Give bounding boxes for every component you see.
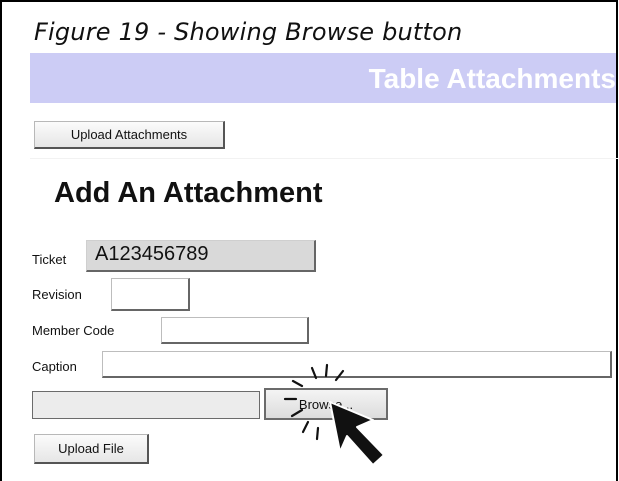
revision-label: Revision	[32, 287, 82, 302]
figure-caption: Figure 19 - Showing Browse button	[34, 18, 463, 46]
revision-field[interactable]	[111, 278, 190, 311]
caption-field[interactable]	[102, 351, 612, 378]
file-path-field[interactable]	[32, 391, 260, 419]
ticket-field[interactable]: A123456789	[86, 240, 316, 272]
page-title: Table Attachments	[368, 63, 616, 94]
ticket-label: Ticket	[32, 252, 67, 267]
title-bar: Table Attachments	[30, 53, 616, 103]
member-code-label: Member Code	[32, 323, 115, 338]
upload-attachments-button[interactable]: Upload Attachments	[34, 121, 225, 149]
upload-file-button[interactable]: Upload File	[34, 434, 149, 464]
section-heading: Add An Attachment	[54, 177, 323, 209]
browse-button[interactable]: Browse...	[264, 388, 388, 420]
caption-label: Caption	[32, 359, 77, 374]
divider	[30, 158, 618, 159]
member-code-field[interactable]	[161, 317, 309, 344]
